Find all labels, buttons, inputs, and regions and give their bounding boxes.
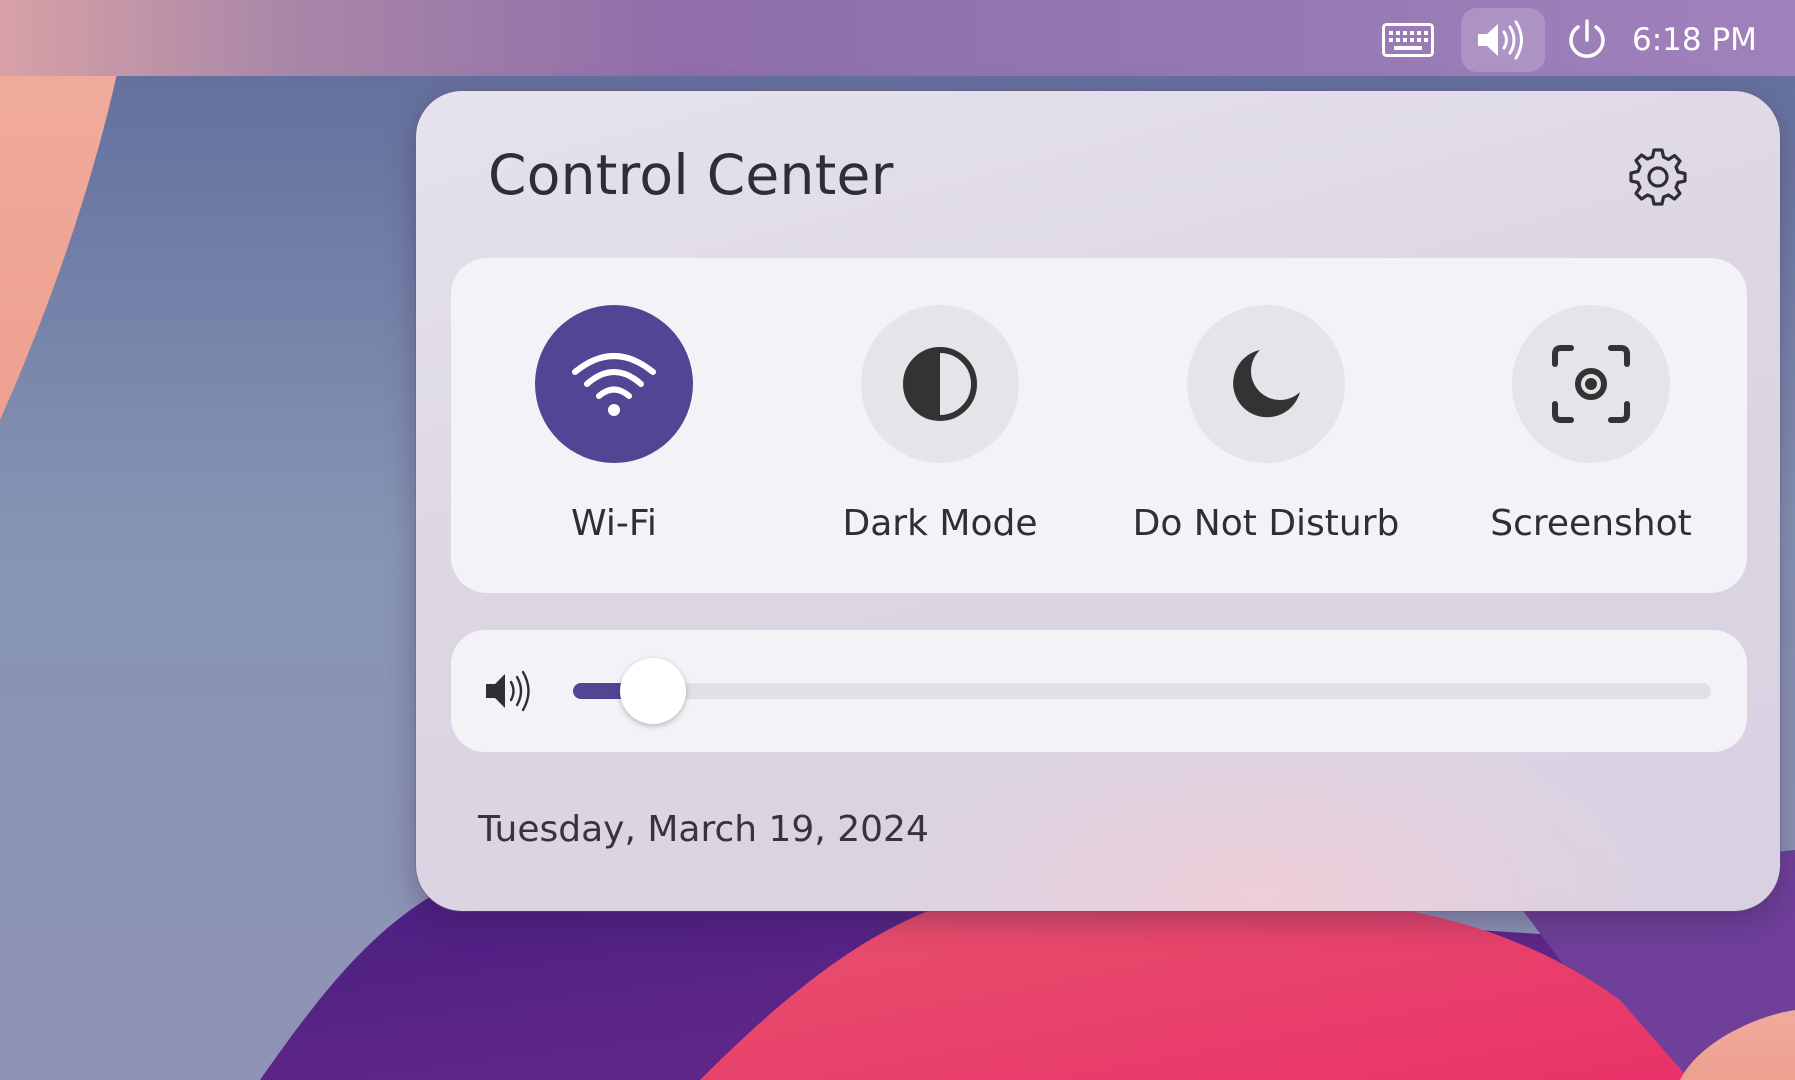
dark-mode-toggle-button[interactable] [861, 305, 1019, 463]
wifi-toggle-button[interactable] [535, 305, 693, 463]
keyboard-layout-button[interactable] [1373, 8, 1443, 72]
wifi-label: Wi-Fi [571, 503, 657, 544]
dark-mode-toggle[interactable]: Dark Mode [790, 258, 1090, 593]
top-panel: 6:18 PM [0, 0, 1795, 76]
volume-icon [1478, 20, 1523, 60]
wifi-icon [572, 353, 656, 416]
quick-toggles: Wi-Fi Dark Mode Do Not Disturb Screensho… [451, 258, 1747, 593]
screenshot-toggle[interactable]: Screenshot [1441, 258, 1741, 593]
volume-tray-button[interactable] [1461, 8, 1545, 72]
control-center-panel: Control Center Wi-Fi Dark Mode Do Not Di… [416, 91, 1780, 911]
date-label: Tuesday, March 19, 2024 [478, 809, 929, 850]
gear-icon [1629, 148, 1687, 206]
do-not-disturb-toggle-button[interactable] [1187, 305, 1345, 463]
panel-title: Control Center [488, 143, 894, 207]
volume-icon [486, 670, 530, 712]
power-button[interactable] [1550, 8, 1624, 72]
screenshot-icon [1552, 345, 1630, 423]
screenshot-label: Screenshot [1490, 503, 1692, 544]
keyboard-icon [1382, 23, 1434, 57]
screenshot-toggle-button[interactable] [1512, 305, 1670, 463]
volume-control [451, 630, 1747, 752]
do-not-disturb-label: Do Not Disturb [1132, 503, 1400, 544]
contrast-icon [903, 347, 977, 421]
volume-slider-thumb[interactable] [620, 658, 686, 724]
volume-slider[interactable] [573, 658, 1711, 724]
dark-mode-label: Dark Mode [842, 503, 1038, 544]
moon-icon [1233, 350, 1300, 418]
power-icon [1569, 19, 1605, 58]
clock[interactable]: 6:18 PM [1632, 8, 1792, 72]
wifi-toggle[interactable]: Wi-Fi [464, 258, 764, 593]
settings-button[interactable] [1618, 137, 1698, 217]
do-not-disturb-toggle[interactable]: Do Not Disturb [1116, 258, 1416, 593]
